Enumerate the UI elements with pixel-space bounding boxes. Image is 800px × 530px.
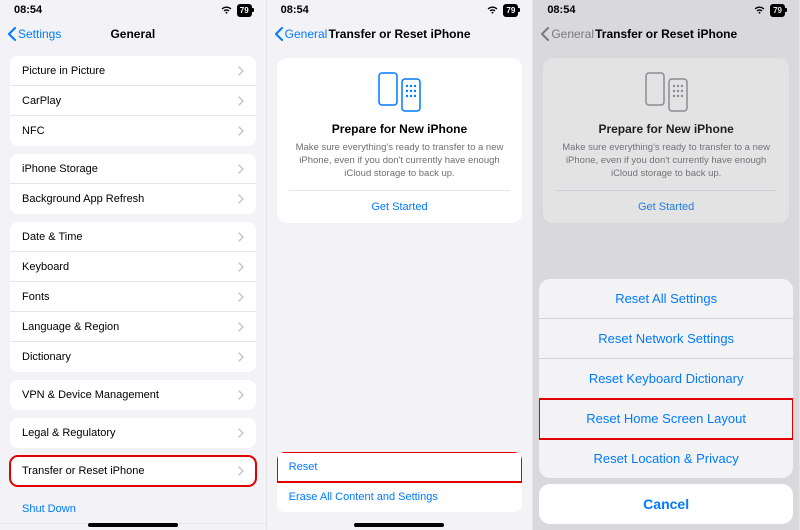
two-phones-icon — [555, 72, 777, 112]
row-date-time[interactable]: Date & Time — [10, 222, 256, 252]
action-sheet: Reset All Settings Reset Network Setting… — [539, 279, 793, 524]
battery-icon: 79 — [770, 4, 785, 17]
row-legal-regulatory[interactable]: Legal & Regulatory — [10, 418, 256, 448]
back-label: Settings — [18, 27, 61, 41]
chevron-right-icon — [238, 194, 244, 204]
row-iphone-storage[interactable]: iPhone Storage — [10, 154, 256, 184]
status-time: 08:54 — [281, 4, 309, 16]
group-4: VPN & Device Management — [10, 380, 256, 410]
navbar: General Transfer or Reset iPhone — [533, 20, 799, 48]
back-button[interactable]: General — [275, 27, 328, 41]
chevron-right-icon — [238, 352, 244, 362]
wifi-icon — [220, 5, 233, 15]
prepare-card: Prepare for New iPhone Make sure everyth… — [277, 58, 523, 223]
sheet-reset-home-screen-layout[interactable]: Reset Home Screen Layout — [539, 399, 793, 439]
card-heading: Prepare for New iPhone — [555, 122, 777, 136]
group-5: Legal & Regulatory — [10, 418, 256, 448]
status-time: 08:54 — [14, 4, 42, 16]
navbar: General Transfer or Reset iPhone — [267, 20, 533, 48]
row-transfer-or-reset[interactable]: Transfer or Reset iPhone — [10, 456, 256, 486]
chevron-right-icon — [238, 262, 244, 272]
screen-general: 08:54 79 Settings General Picture in Pic… — [0, 0, 267, 530]
back-button[interactable]: General — [541, 27, 594, 41]
get-started-button[interactable]: Get Started — [289, 190, 511, 223]
screen-transfer-reset: 08:54 79 General Transfer or Reset iPhon… — [267, 0, 534, 530]
back-button[interactable]: Settings — [8, 27, 61, 41]
status-bar: 08:54 79 — [0, 0, 266, 20]
sheet-options: Reset All Settings Reset Network Setting… — [539, 279, 793, 478]
chevron-right-icon — [238, 66, 244, 76]
group-2: iPhone Storage Background App Refresh — [10, 154, 256, 214]
chevron-right-icon — [238, 466, 244, 476]
back-label: General — [551, 27, 594, 41]
prepare-card: Prepare for New iPhone Make sure everyth… — [543, 58, 789, 223]
chevron-right-icon — [238, 322, 244, 332]
row-background-app-refresh[interactable]: Background App Refresh — [10, 184, 256, 214]
card-body: Make sure everything's ready to transfer… — [555, 142, 777, 180]
row-dictionary[interactable]: Dictionary — [10, 342, 256, 372]
chevron-right-icon — [238, 390, 244, 400]
row-carplay[interactable]: CarPlay — [10, 86, 256, 116]
wifi-icon — [486, 5, 499, 15]
wifi-icon — [753, 5, 766, 15]
chevron-right-icon — [238, 164, 244, 174]
chevron-right-icon — [238, 232, 244, 242]
row-keyboard[interactable]: Keyboard — [10, 252, 256, 282]
row-reset[interactable]: Reset — [277, 452, 523, 482]
sheet-reset-network-settings[interactable]: Reset Network Settings — [539, 319, 793, 359]
group-3: Date & Time Keyboard Fonts Language & Re… — [10, 222, 256, 372]
row-language-region[interactable]: Language & Region — [10, 312, 256, 342]
battery-icon: 79 — [237, 4, 252, 17]
get-started-button[interactable]: Get Started — [555, 190, 777, 223]
chevron-right-icon — [238, 292, 244, 302]
sheet-reset-all-settings[interactable]: Reset All Settings — [539, 279, 793, 319]
row-shut-down[interactable]: Shut Down — [0, 494, 266, 524]
group-6: Transfer or Reset iPhone — [10, 456, 256, 486]
status-bar: 08:54 79 — [533, 0, 799, 20]
row-picture-in-picture[interactable]: Picture in Picture — [10, 56, 256, 86]
sheet-cancel-button[interactable]: Cancel — [539, 484, 793, 524]
screen-reset-sheet: 08:54 79 General Transfer or Reset iPhon… — [533, 0, 800, 530]
card-heading: Prepare for New iPhone — [289, 122, 511, 136]
row-erase-all[interactable]: Erase All Content and Settings — [277, 482, 523, 512]
battery-icon: 79 — [503, 4, 518, 17]
chevron-right-icon — [238, 428, 244, 438]
row-nfc[interactable]: NFC — [10, 116, 256, 146]
status-bar: 08:54 79 — [267, 0, 533, 20]
navbar: Settings General — [0, 20, 266, 48]
card-body: Make sure everything's ready to transfer… — [289, 142, 511, 180]
chevron-right-icon — [238, 126, 244, 136]
row-fonts[interactable]: Fonts — [10, 282, 256, 312]
home-indicator[interactable] — [354, 523, 444, 527]
back-label: General — [285, 27, 328, 41]
two-phones-icon — [289, 72, 511, 112]
group-1: Picture in Picture CarPlay NFC — [10, 56, 256, 146]
sheet-reset-location-privacy[interactable]: Reset Location & Privacy — [539, 439, 793, 478]
home-indicator[interactable] — [88, 523, 178, 527]
status-time: 08:54 — [547, 4, 575, 16]
sheet-reset-keyboard-dictionary[interactable]: Reset Keyboard Dictionary — [539, 359, 793, 399]
chevron-right-icon — [238, 96, 244, 106]
row-vpn-device-management[interactable]: VPN & Device Management — [10, 380, 256, 410]
